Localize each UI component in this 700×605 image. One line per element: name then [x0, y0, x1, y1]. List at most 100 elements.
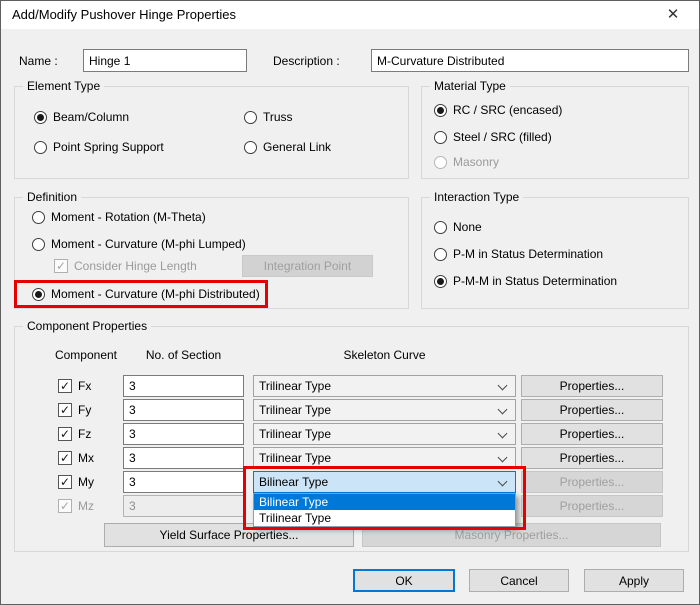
- mx-checkbox[interactable]: ✓ Mx: [58, 450, 94, 466]
- checkbox-label: Consider Hinge Length: [74, 259, 197, 273]
- definition-group: Definition Moment - Rotation (M-Theta) M…: [14, 190, 409, 309]
- element-type-group-title: Element Type: [23, 79, 105, 93]
- radio-label: None: [453, 220, 482, 234]
- column-header-no-of-section: No. of Section: [145, 348, 222, 362]
- fx-skeleton-curve-select[interactable]: Trilinear Type: [253, 375, 516, 397]
- select-value: Bilinear Type: [259, 475, 329, 489]
- radio-icon: [32, 237, 45, 251]
- column-header-component: Component: [54, 348, 118, 362]
- radio-label: RC / SRC (encased): [453, 103, 563, 117]
- component-label: Fz: [78, 427, 92, 441]
- pushover-hinge-properties-dialog: Add/Modify Pushover Hinge Properties ✕ N…: [0, 0, 700, 605]
- chevron-down-icon: [497, 428, 508, 439]
- radio-icon: [434, 247, 447, 261]
- interaction-type-group-title: Interaction Type: [430, 190, 524, 204]
- component-label: Fx: [78, 379, 92, 393]
- column-header-skeleton-curve: Skeleton Curve: [343, 348, 426, 362]
- radio-label: P-M-M in Status Determination: [453, 274, 618, 288]
- radio-pm-status-determination[interactable]: P-M in Status Determination: [434, 246, 603, 262]
- description-label: Description :: [273, 54, 340, 68]
- checkbox-checked-disabled-icon: ✓: [58, 499, 72, 513]
- cancel-button[interactable]: Cancel: [469, 569, 569, 592]
- checkbox-checked-icon[interactable]: ✓: [58, 451, 72, 465]
- fz-skeleton-curve-select[interactable]: Trilinear Type: [253, 423, 516, 445]
- checkbox-checked-icon[interactable]: ✓: [58, 475, 72, 489]
- checkbox-checked-icon[interactable]: ✓: [58, 403, 72, 417]
- radio-point-spring-support[interactable]: Point Spring Support: [34, 139, 164, 155]
- ok-button[interactable]: OK: [353, 569, 455, 592]
- component-properties-group-title: Component Properties: [23, 319, 152, 333]
- checkbox-checked-disabled-icon: ✓: [54, 259, 68, 273]
- component-label: Mz: [78, 499, 94, 513]
- chevron-down-icon: [497, 452, 508, 463]
- fy-checkbox[interactable]: ✓ Fy: [58, 402, 91, 418]
- close-icon[interactable]: ✕: [660, 5, 686, 25]
- radio-icon: [434, 130, 447, 144]
- component-label: My: [78, 475, 94, 489]
- fx-sections-input[interactable]: [123, 375, 244, 397]
- fz-sections-input[interactable]: [123, 423, 244, 445]
- description-input[interactable]: [371, 49, 689, 72]
- mx-sections-input[interactable]: [123, 447, 244, 469]
- my-sections-input[interactable]: [123, 471, 244, 493]
- title-bar: Add/Modify Pushover Hinge Properties ✕: [1, 1, 699, 29]
- mz-sections-input: [123, 495, 244, 517]
- fz-properties-button[interactable]: Properties...: [521, 423, 663, 445]
- radio-icon: [32, 210, 45, 224]
- skeleton-curve-dropdown-list: Bilinear Type Trilinear Type: [253, 493, 516, 527]
- radio-label: Moment - Rotation (M-Theta): [51, 210, 206, 224]
- radio-moment-rotation-m-theta[interactable]: Moment - Rotation (M-Theta): [32, 209, 206, 225]
- consider-hinge-length-checkbox: ✓ Consider Hinge Length: [54, 258, 197, 274]
- radio-icon: [244, 140, 257, 154]
- radio-disabled-icon: [434, 155, 447, 169]
- integration-point-button: Integration Point: [242, 255, 373, 277]
- definition-group-title: Definition: [23, 190, 82, 204]
- radio-label: Beam/Column: [53, 110, 130, 124]
- material-type-group: Material Type RC / SRC (encased) Steel /…: [421, 79, 689, 179]
- radio-none[interactable]: None: [434, 219, 482, 235]
- mz-properties-button: Properties...: [521, 495, 663, 517]
- chevron-down-icon: [497, 404, 508, 415]
- radio-selected-icon: [32, 287, 45, 301]
- radio-label: General Link: [263, 140, 332, 154]
- fy-sections-input[interactable]: [123, 399, 244, 421]
- radio-general-link[interactable]: General Link: [244, 139, 331, 155]
- select-value: Trilinear Type: [259, 379, 332, 393]
- select-value: Trilinear Type: [259, 427, 332, 441]
- my-checkbox[interactable]: ✓ My: [58, 474, 94, 490]
- radio-icon: [434, 220, 447, 234]
- radio-moment-curvature-m-phi-distributed[interactable]: Moment - Curvature (M-phi Distributed): [32, 286, 260, 302]
- radio-truss[interactable]: Truss: [244, 109, 293, 125]
- radio-label: P-M in Status Determination: [453, 247, 604, 261]
- radio-moment-curvature-m-phi-lumped[interactable]: Moment - Curvature (M-phi Lumped): [32, 236, 246, 252]
- radio-rc-src-encased[interactable]: RC / SRC (encased): [434, 102, 562, 118]
- fz-checkbox[interactable]: ✓ Fz: [58, 426, 91, 442]
- radio-beam-column[interactable]: Beam/Column: [34, 109, 129, 125]
- mz-checkbox: ✓ Mz: [58, 498, 94, 514]
- checkbox-checked-icon[interactable]: ✓: [58, 379, 72, 393]
- chevron-down-icon: [497, 476, 508, 487]
- name-input[interactable]: [83, 49, 247, 72]
- window-title: Add/Modify Pushover Hinge Properties: [12, 7, 237, 22]
- fy-skeleton-curve-select[interactable]: Trilinear Type: [253, 399, 516, 421]
- my-properties-button: Properties...: [521, 471, 663, 493]
- name-label: Name :: [19, 54, 58, 68]
- my-skeleton-curve-select-open[interactable]: Bilinear Type: [253, 471, 516, 493]
- dropdown-option-bilinear[interactable]: Bilinear Type: [254, 494, 515, 510]
- fx-properties-button[interactable]: Properties...: [521, 375, 663, 397]
- fx-checkbox[interactable]: ✓ Fx: [58, 378, 91, 394]
- mx-properties-button[interactable]: Properties...: [521, 447, 663, 469]
- radio-label: Moment - Curvature (M-phi Distributed): [51, 287, 260, 301]
- dropdown-option-trilinear[interactable]: Trilinear Type: [254, 510, 515, 526]
- apply-button[interactable]: Apply: [584, 569, 684, 592]
- checkbox-checked-icon[interactable]: ✓: [58, 427, 72, 441]
- radio-steel-src-filled[interactable]: Steel / SRC (filled): [434, 129, 552, 145]
- radio-selected-icon: [434, 274, 447, 288]
- radio-label: Masonry: [453, 155, 500, 169]
- interaction-type-group: Interaction Type None P-M in Status Dete…: [421, 190, 689, 309]
- mx-skeleton-curve-select[interactable]: Trilinear Type: [253, 447, 516, 469]
- radio-pmm-status-determination[interactable]: P-M-M in Status Determination: [434, 273, 617, 289]
- fy-properties-button[interactable]: Properties...: [521, 399, 663, 421]
- radio-label: Moment - Curvature (M-phi Lumped): [51, 237, 246, 251]
- select-value: Trilinear Type: [259, 403, 332, 417]
